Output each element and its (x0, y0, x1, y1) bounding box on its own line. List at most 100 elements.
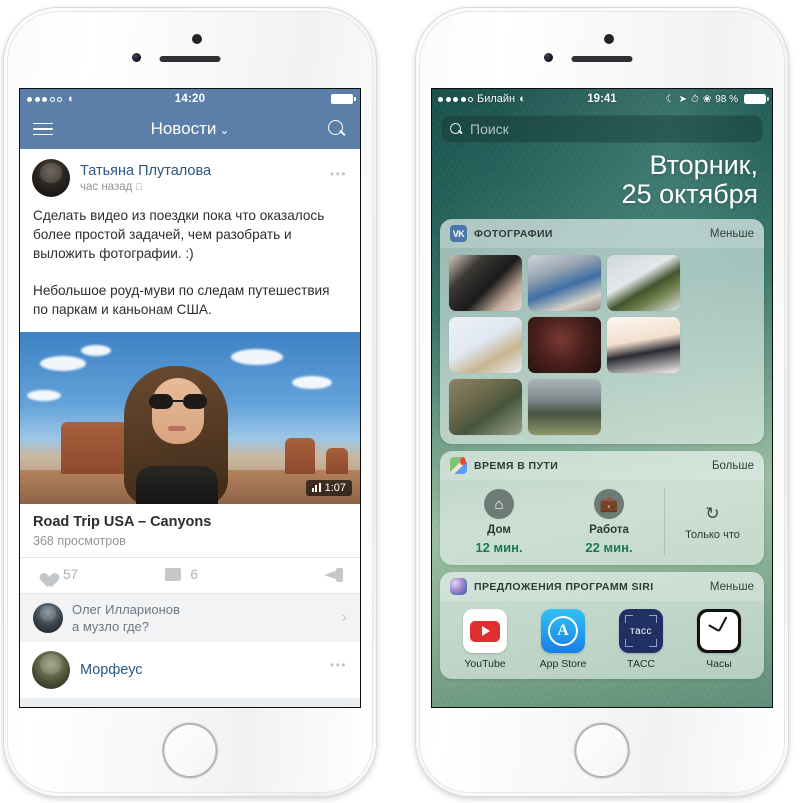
earpiece-speaker (571, 56, 633, 62)
apple-icon:  (135, 182, 143, 193)
photo-thumbnail[interactable] (528, 255, 601, 312)
search-icon[interactable] (328, 119, 347, 139)
proximity-sensor-icon (604, 34, 614, 44)
vk-icon: VK (450, 225, 467, 243)
cloud-shape (26, 389, 61, 401)
screenshot-stage: ◐ 14:20 Новости ⌄ Татьяна Плуталова час … (0, 0, 800, 803)
app-clock[interactable]: Часы (680, 609, 758, 670)
post-meta: Татьяна Плуталова час назад (80, 163, 211, 193)
comment-count: 6 (190, 567, 198, 582)
widget-header: ВРЕМЯ В ПУТИ Больше (440, 451, 764, 481)
screen-right: Билайн ◐ 19:41 ☾ ➤ ⏱ ❀ 98 % Поиск Вторни… (431, 88, 773, 708)
home-button[interactable] (162, 723, 218, 778)
refresh-icon: ↻ (705, 503, 720, 523)
comment-author: Олег Илларионов (72, 601, 180, 617)
photo-thumbnail[interactable] (528, 317, 601, 374)
photo-thumbnail[interactable] (607, 317, 680, 374)
destination-eta: 22 мин. (585, 540, 633, 556)
post-author[interactable]: Морфеус (80, 662, 143, 678)
megaphone-icon[interactable] (324, 567, 344, 582)
widget-title: ФОТОГРАФИИ (474, 227, 553, 240)
news-feed[interactable]: Татьяна Плуталова час назад ••• Сделать… (20, 149, 360, 707)
app-label: Часы (706, 658, 732, 671)
avatar[interactable] (32, 159, 70, 197)
status-time: 19:41 (587, 93, 617, 105)
video-title[interactable]: Road Trip USA – Canyons (33, 514, 347, 530)
photo-thumbnail[interactable] (449, 317, 522, 374)
app-tass[interactable]: тасс ТАСС (602, 609, 680, 670)
post-more-icon[interactable]: ••• (330, 167, 347, 181)
home-button[interactable] (574, 723, 630, 778)
video-info: Road Trip USA – Canyons 368 просмотров (20, 504, 360, 557)
heart-icon (36, 567, 54, 583)
video-thumbnail[interactable]: 1:07 (20, 331, 360, 504)
comment-icon (165, 568, 182, 581)
date-header: Вторник, 25 октября (432, 143, 772, 219)
page-title[interactable]: Новости ⌄ (20, 119, 360, 139)
app-label: YouTube (464, 658, 506, 671)
youtube-icon (463, 609, 507, 654)
destination-work[interactable]: 💼 Работа 22 мин. (554, 489, 664, 555)
widget-toggle-button[interactable]: Больше (712, 460, 754, 472)
briefcase-icon: 💼 (594, 489, 624, 520)
video-views: 368 просмотров (33, 533, 126, 548)
earpiece-speaker (159, 56, 221, 62)
tass-icon: тасс (619, 609, 663, 654)
video-duration-badge: 1:07 (305, 479, 352, 496)
status-bar-left: ◐ 14:20 (20, 89, 360, 109)
proximity-sensor-icon (192, 34, 202, 44)
iphone-right: Билайн ◐ 19:41 ☾ ➤ ⏱ ❀ 98 % Поиск Вторни… (416, 8, 788, 796)
face-shape (152, 377, 205, 444)
post-author[interactable]: Татьяна Плуталова (80, 163, 211, 179)
app-youtube[interactable]: YouTube (446, 609, 524, 670)
widget-header: VK ФОТОГРАФИИ Меньше (440, 219, 764, 249)
cloud-shape (40, 355, 87, 371)
post-header: Татьяна Плуталова час назад ••• (20, 149, 360, 203)
status-time: 14:20 (174, 93, 206, 105)
travel-destinations: ⌂ Дом 12 мин. 💼 Работа 22 мин. ↻ Только … (440, 480, 764, 565)
butte-shape (60, 421, 127, 474)
chevron-right-icon[interactable]: › (342, 609, 347, 627)
post-meta: Морфеус (80, 662, 143, 678)
battery-full-icon (744, 94, 769, 104)
tass-glyph: тасс (629, 625, 653, 637)
destination-home[interactable]: ⌂ Дом 12 мин. (444, 489, 554, 555)
avatar[interactable] (32, 650, 70, 689)
photo-thumbnail[interactable] (607, 255, 680, 312)
app-label: App Store (539, 658, 587, 671)
comment-row[interactable]: Олег Илларионов а музло где? › (20, 592, 360, 642)
widget-siri-suggestions: ПРЕДЛОЖЕНИЯ ПРОГРАММ SIRI Меньше YouTube… (440, 572, 764, 680)
photo-thumbnail[interactable] (449, 255, 522, 312)
front-camera-icon (544, 53, 553, 62)
clock-icon (697, 609, 741, 654)
comment-button[interactable]: 6 (165, 567, 288, 582)
widget-header: ПРЕДЛОЖЕНИЯ ПРОГРАММ SIRI Меньше (440, 572, 764, 602)
refresh-button[interactable]: ↻ Только что (664, 489, 760, 556)
destination-label: Дом (487, 524, 511, 537)
avatar[interactable] (33, 602, 63, 633)
play-triangle-icon (482, 626, 490, 637)
app-app-store[interactable]: A App Store (524, 609, 602, 670)
like-button[interactable]: 57 (36, 567, 165, 583)
jacket-shape (136, 465, 219, 504)
widget-title: ВРЕМЯ В ПУТИ (474, 459, 559, 472)
post-more-icon[interactable]: ••• (330, 658, 347, 672)
widget-photos: VK ФОТОГРАФИИ Меньше (440, 219, 764, 445)
widget-toggle-button[interactable]: Меньше (710, 581, 754, 593)
front-camera-icon (132, 53, 141, 62)
destination-eta: 12 мин. (475, 540, 523, 556)
feed-post-next[interactable]: Морфеус ••• (20, 641, 360, 698)
hamburger-icon[interactable] (33, 122, 53, 136)
feed-post: Татьяна Плуталова час назад ••• Сделать… (20, 149, 360, 593)
widget-title: ПРЕДЛОЖЕНИЯ ПРОГРАММ SIRI (474, 580, 654, 593)
search-input[interactable]: Поиск (441, 115, 763, 143)
home-icon: ⌂ (484, 489, 514, 520)
widget-travel-time: ВРЕМЯ В ПУТИ Больше ⌂ Дом 12 мин. 💼 Рабо… (440, 451, 764, 566)
destination-label: Работа (589, 524, 629, 537)
post-time-label: час назад (80, 181, 133, 193)
butte-shape (285, 437, 316, 474)
photo-thumbnail[interactable] (528, 379, 601, 436)
person-figure (124, 356, 229, 504)
photo-thumbnail[interactable] (449, 379, 522, 436)
widget-toggle-button[interactable]: Меньше (710, 228, 754, 240)
